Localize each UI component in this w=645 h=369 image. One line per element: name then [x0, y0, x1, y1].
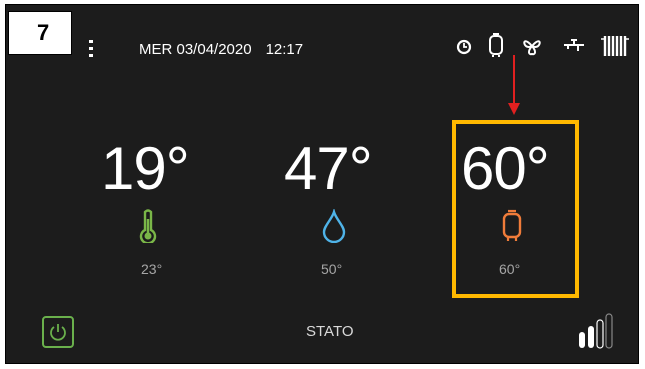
- faucet-icon[interactable]: [562, 37, 586, 55]
- step-number-badge: 7: [8, 11, 72, 55]
- date-text: MER 03/04/2020: [139, 41, 252, 58]
- hot-water-temperature: 60°: [461, 135, 550, 202]
- boiler-tank-icon: [502, 209, 522, 241]
- power-button[interactable]: [42, 316, 74, 348]
- power-icon: [50, 324, 66, 341]
- clock-icon[interactable]: [456, 38, 472, 56]
- annotation-arrow: [508, 55, 520, 115]
- signal-strength-icon[interactable]: [577, 310, 631, 350]
- boiler-tank-icon[interactable]: [487, 32, 505, 58]
- humidity-value: 47°: [284, 135, 373, 202]
- water-drop-icon: [322, 209, 346, 243]
- room-temperature: 19°: [101, 135, 190, 202]
- time-text: 12:17: [265, 41, 304, 58]
- date-time: MER 03/04/2020 12:17: [139, 41, 303, 58]
- hot-water-setpoint: 60°: [499, 261, 521, 277]
- thermometer-icon: [139, 209, 157, 243]
- room-setpoint: 23°: [141, 261, 163, 277]
- menu-icon[interactable]: [89, 40, 95, 64]
- fan-icon[interactable]: [521, 36, 543, 56]
- status-label[interactable]: STATO: [306, 323, 354, 340]
- humidity-setpoint: 50°: [321, 261, 343, 277]
- thermostat-screen: MER 03/04/2020 12:17 19° 23° 47° 50° 60°: [5, 4, 639, 364]
- radiator-icon[interactable]: [598, 33, 632, 59]
